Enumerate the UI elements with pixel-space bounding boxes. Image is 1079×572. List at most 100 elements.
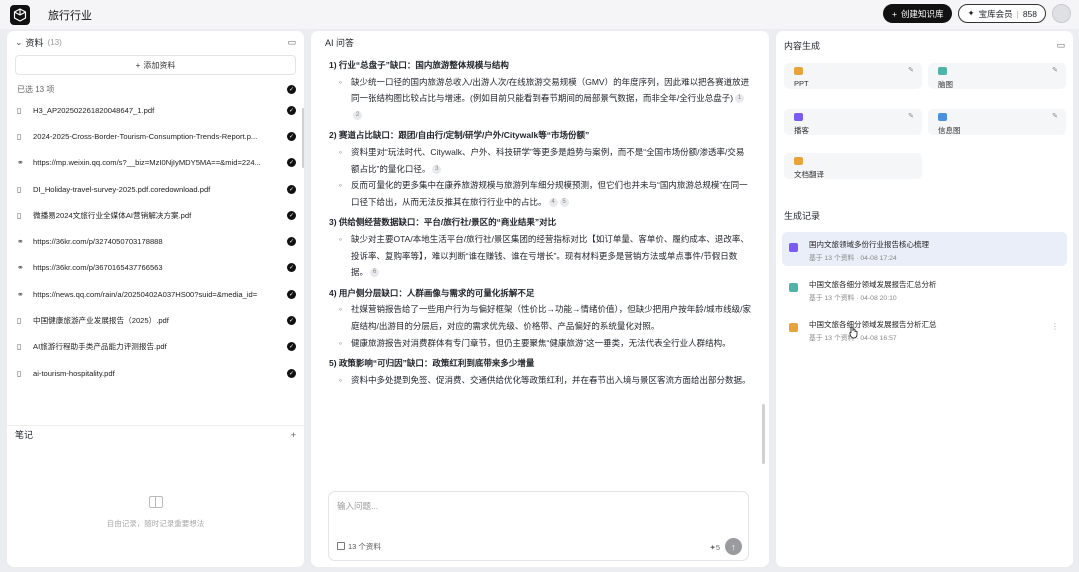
record-item[interactable]: 中国文旅各细分领域发展报告汇总分析 基于 13 个资料 · 04-08 20:10 (782, 272, 1067, 306)
source-file-name: https://36kr.com/p/3670165437766563 (33, 263, 163, 273)
send-button[interactable]: ↑ (725, 538, 742, 555)
generate-tool-card[interactable]: 播客 ✎ (784, 109, 922, 135)
records-title: 生成记录 (784, 211, 821, 221)
add-source-button[interactable]: + 添加资料 (15, 55, 296, 75)
user-avatar[interactable] (1052, 4, 1071, 23)
tool-icon (794, 113, 803, 121)
source-file-name: https://mp.weixin.qq.com/s?__biz=MzI0NjI… (33, 158, 261, 168)
generate-tool-card[interactable]: 文档翻译 (784, 153, 922, 179)
answer-bullet: 反而可量化的更多集中在康养旅游规模与旅游列车细分规模预测，但它们也并未与“国内旅… (329, 177, 751, 210)
member-label: 宝库会员 (978, 8, 1013, 19)
create-kb-button[interactable]: + 创建知识库 (882, 4, 953, 23)
chat-title: AI 问答 (325, 37, 355, 48)
panel-toggle-icon[interactable]: ▭ (287, 37, 296, 48)
panel-toggle-icon[interactable]: ▭ (1056, 40, 1065, 51)
citation-badge[interactable]: 6 (370, 268, 380, 278)
answer-bullet: 健康旅游报告对消费群体有专门章节，但仍主要聚焦“健康旅游”这一垂类，无法代表全行… (329, 335, 751, 352)
record-item[interactable]: 中国文旅各细分领域发展报告分析汇总 基于 13 个资料 · 04-08 16:57… (782, 312, 1067, 346)
source-chip[interactable]: 13 个资料 (337, 538, 381, 554)
source-file-name: AI旅游行程助手类产品能力评测报告.pdf (33, 342, 167, 352)
add-note-icon[interactable]: + (291, 430, 296, 440)
tool-icon (938, 67, 947, 75)
source-checkbox[interactable]: ✓ (287, 158, 296, 168)
edit-pencil-icon[interactable]: ✎ (1052, 66, 1058, 74)
record-meta: 基于 13 个资料 · 04-08 17:24 (809, 255, 897, 262)
chat-panel: AI 问答 1) 行业“总盘子”缺口：国内旅游整体规模与结构缺少统一口径的国内旅… (311, 31, 769, 567)
source-file-name: https://news.qq.com/rain/a/20250402A037H… (33, 289, 258, 299)
source-checkbox[interactable]: ✓ (287, 131, 296, 141)
source-file-row[interactable]: ▯ 微播易2024文旅行业全媒体AI营销解决方案.pdf ✓ (7, 202, 304, 228)
source-file-row[interactable]: ▯ ai-tourism-hospitality.pdf ✓ (7, 360, 304, 386)
arrow-up-icon: ↑ (731, 541, 736, 552)
source-checkbox[interactable]: ✓ (287, 368, 296, 378)
tool-label: 播客 (794, 126, 809, 135)
source-checkbox[interactable]: ✓ (287, 342, 296, 352)
select-all-checkbox[interactable]: ✓ (287, 84, 296, 94)
edit-pencil-icon[interactable]: ✎ (908, 112, 914, 120)
file-icon: ▯ (17, 184, 22, 194)
source-file-name: https://36kr.com/p/3274050703178888 (33, 237, 163, 247)
source-file-name: H3_AP202502261820048647_1.pdf (33, 105, 155, 115)
generate-tool-card[interactable]: PPT ✎ (784, 63, 922, 89)
source-file-row[interactable]: ▯ 2024-2025-Cross-Border-Tourism-Consumpt… (7, 123, 304, 149)
edit-pencil-icon[interactable]: ✎ (908, 66, 914, 74)
credits-value: 5 (715, 543, 720, 552)
citation-badge[interactable]: 2 (353, 111, 362, 121)
citation-badge[interactable]: 5 (559, 198, 569, 207)
plus-icon: + (891, 8, 897, 19)
source-file-name: ai-tourism-hospitality.pdf (33, 368, 115, 378)
answer-bullet: 缺少统一口径的国内旅游总收入/出游人次/在线旅游交易规模（GMV）的年度序列，因… (329, 74, 751, 124)
generate-tool-card[interactable]: 脑图 ✎ (928, 63, 1066, 89)
source-checkbox[interactable]: ✓ (287, 263, 296, 273)
create-kb-label: 创建知识库 (900, 8, 944, 19)
citation-badge[interactable]: 1 (735, 94, 745, 104)
link-icon: ⚭ (17, 263, 24, 273)
selected-count-label: 已选 13 项 (17, 84, 55, 94)
source-file-row[interactable]: ▯ H3_AP202502261820048647_1.pdf ✓ (7, 97, 304, 123)
source-file-row[interactable]: ⚭ https://mp.weixin.qq.com/s?__biz=MzI0Nj… (7, 150, 304, 176)
add-source-label: 添加资料 (143, 60, 176, 70)
source-file-row[interactable]: ▯ AI旅游行程助手类产品能力评测报告.pdf ✓ (7, 334, 304, 360)
citation-badge[interactable]: 3 (432, 164, 442, 174)
member-button[interactable]: ✦ 宝库会员 | 858 (958, 4, 1046, 23)
sources-scrollbar[interactable] (302, 108, 304, 168)
source-file-row[interactable]: ▯ 中国健康旅游产业发展报告（2025）.pdf ✓ (7, 307, 304, 333)
link-icon: ⚭ (17, 158, 24, 168)
source-file-name: 2024-2025-Cross-Border-Tourism-Consumpti… (33, 131, 258, 141)
source-checkbox[interactable]: ✓ (287, 210, 296, 220)
source-checkbox[interactable]: ✓ (287, 184, 296, 194)
mouse-cursor-icon (849, 326, 858, 339)
record-item[interactable]: 国内文旅领域多份行业报告核心梳理 基于 13 个资料 · 04-08 17:24 (782, 232, 1067, 266)
edit-pencil-icon[interactable]: ✎ (1052, 112, 1058, 120)
question-input-box[interactable]: 输入问题... 13 个资料 ✦5 ↑ (328, 491, 749, 561)
app-logo-icon[interactable] (10, 4, 30, 25)
file-icon: ▯ (17, 210, 22, 220)
answer-heading: 2) 赛道占比缺口：跟团/自由行/定制/研学/户外/Citywalk等“市场份额… (329, 127, 751, 144)
source-file-row[interactable]: ⚭ https://news.qq.com/rain/a/20250402A037… (7, 281, 304, 307)
file-icon: ▯ (17, 342, 22, 352)
file-icon: ▯ (17, 131, 22, 141)
source-checkbox[interactable]: ✓ (287, 289, 296, 299)
answer-bullet: 资料里对“玩法时代、Citywalk、户外、科技研学”等更多是趋势与案例，而不是… (329, 144, 751, 177)
source-file-name: 中国健康旅游产业发展报告（2025）.pdf (33, 316, 169, 326)
source-chip-label: 13 个资料 (348, 541, 381, 551)
source-file-row[interactable]: ⚭ https://36kr.com/p/3274050703178888 ✓ (7, 228, 304, 254)
source-checkbox[interactable]: ✓ (287, 237, 296, 247)
select-all-row[interactable]: 已选 13 项 ✓ (7, 81, 304, 97)
answer-heading: 4) 用户侧分层缺口：人群画像与需求的可量化拆解不足 (329, 285, 751, 302)
tool-label: 文档翻译 (794, 170, 824, 179)
source-file-row[interactable]: ⚭ https://36kr.com/p/3670165437766563 ✓ (7, 255, 304, 281)
collapse-chevron-icon[interactable]: ⌄ (15, 37, 23, 48)
question-input[interactable]: 输入问题... (337, 500, 378, 512)
answer-text: 1) 行业“总盘子”缺口：国内旅游整体规模与结构 (329, 60, 509, 70)
chat-scrollbar[interactable] (762, 404, 765, 464)
more-options-icon[interactable]: ⋮ (1051, 322, 1059, 331)
source-checkbox[interactable]: ✓ (287, 316, 296, 326)
citation-badge[interactable]: 4 (548, 198, 558, 207)
source-file-row[interactable]: ▯ DI_Holiday-travel-survey-2025.pdf.cored… (7, 176, 304, 202)
generate-tool-card[interactable]: 信息图 ✎ (928, 109, 1066, 135)
chat-answer: 1) 行业“总盘子”缺口：国内旅游整体规模与结构缺少统一口径的国内旅游总收入/出… (329, 53, 751, 483)
source-checkbox[interactable]: ✓ (287, 105, 296, 115)
answer-heading: 3) 供给侧经营数据缺口：平台/旅行社/景区的“商业结果”对比 (329, 214, 751, 231)
file-icon: ▯ (17, 105, 22, 115)
